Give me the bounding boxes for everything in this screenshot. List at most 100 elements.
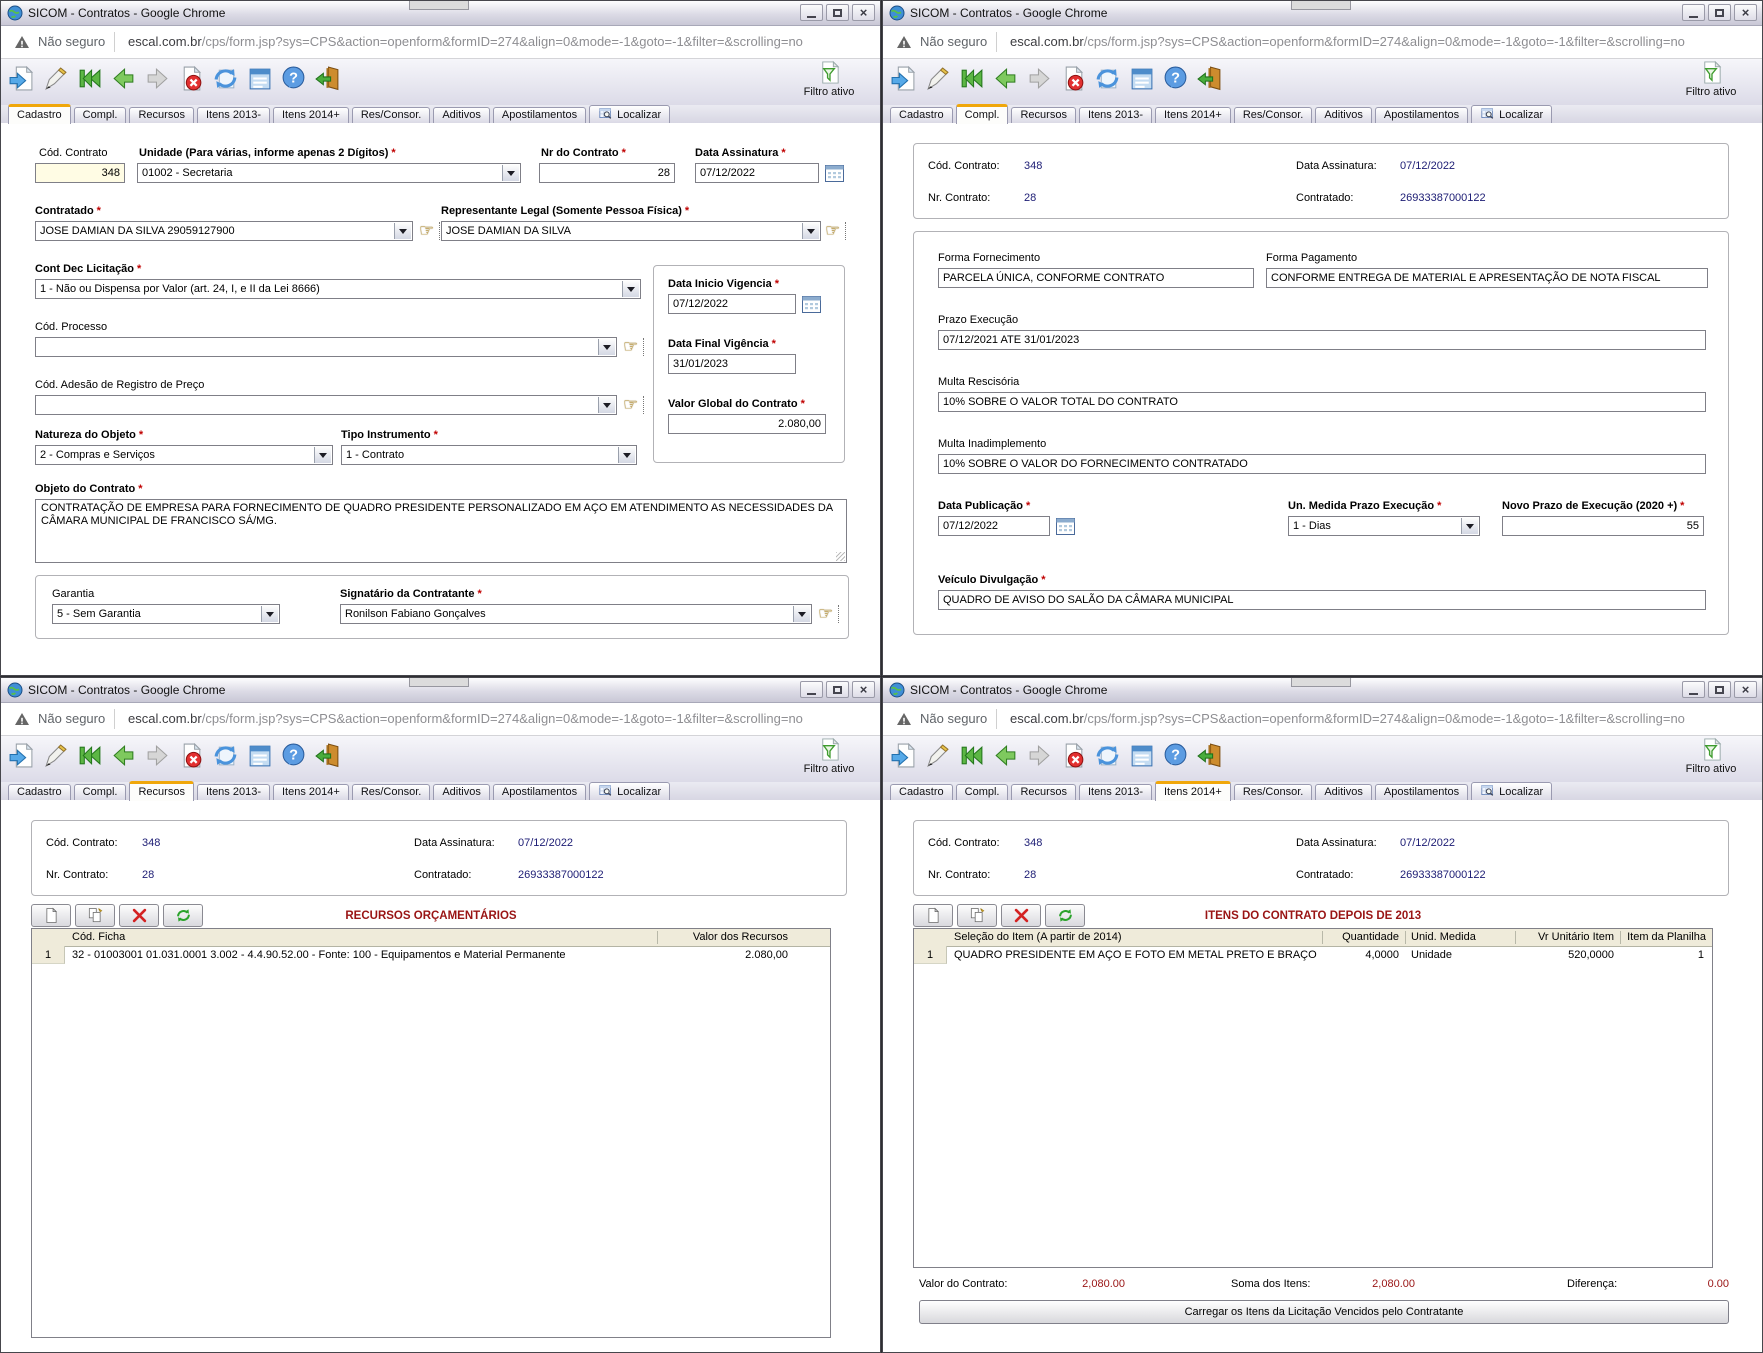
window-titlebar[interactable]: SICOM - Contratos - Google Chrome ×	[1, 678, 880, 703]
calendar-icon[interactable]	[825, 165, 844, 182]
tab-res-consor[interactable]: Res/Consor.	[1234, 107, 1313, 124]
first-record-icon[interactable]	[76, 65, 103, 92]
tab-apostilamentos[interactable]: Apostilamentos	[1375, 107, 1468, 124]
cell-item-planilha[interactable]: 1	[1622, 949, 1704, 961]
tab-res-consor[interactable]: Res/Consor.	[352, 107, 431, 124]
valor-global-input[interactable]: 2.080,00	[668, 414, 826, 434]
cell-selecao-item[interactable]: QUADRO PRESIDENTE EM AÇO E FOTO EM METAL…	[954, 949, 1318, 961]
edit-record-icon[interactable]	[42, 742, 69, 769]
tab-localizar[interactable]: Localizar	[589, 782, 670, 801]
cancel-record-icon[interactable]	[178, 742, 205, 769]
tab-itens-2013[interactable]: Itens 2013-	[1079, 107, 1152, 124]
objeto-textarea[interactable]: CONTRATAÇÃO DE EMPRESA PARA FORNECIMENTO…	[35, 499, 847, 563]
tab-itens-2013[interactable]: Itens 2013-	[197, 107, 270, 124]
help-icon[interactable]: ?	[280, 742, 307, 769]
multa-rescisoria-input[interactable]: 10% SOBRE O VALOR TOTAL DO CONTRATO	[938, 392, 1706, 412]
tab-compl[interactable]: Compl.	[74, 784, 127, 801]
url-bar[interactable]: Não seguro escal.com.br/cps/form.jsp?sys…	[883, 703, 1762, 736]
cancel-record-icon[interactable]	[178, 65, 205, 92]
cod-contrato-input[interactable]: 348	[35, 163, 125, 183]
col-cod-ficha[interactable]: Cód. Ficha	[72, 931, 632, 943]
lookup-hand-icon[interactable]: ☞	[825, 222, 846, 240]
window-titlebar[interactable]: SICOM - Contratos - Google Chrome ×	[883, 678, 1762, 703]
form-view-icon[interactable]	[246, 65, 273, 92]
exit-icon[interactable]	[314, 65, 341, 92]
edit-record-icon[interactable]	[924, 742, 951, 769]
cell-quantidade[interactable]: 4,0000	[1324, 949, 1399, 961]
url-text[interactable]: escal.com.br/cps/form.jsp?sys=CPS&action…	[1010, 34, 1685, 49]
tab-aditivos[interactable]: Aditivos	[433, 107, 490, 124]
minimize-button[interactable]	[800, 4, 823, 21]
prazo-execucao-input[interactable]: 07/12/2021 ATE 31/01/2023	[938, 330, 1706, 350]
first-record-icon[interactable]	[76, 742, 103, 769]
tab-recursos[interactable]: Recursos	[129, 781, 193, 801]
edit-record-icon[interactable]	[924, 65, 951, 92]
help-icon[interactable]: ?	[280, 65, 307, 92]
help-icon[interactable]: ?	[1162, 65, 1189, 92]
tab-aditivos[interactable]: Aditivos	[433, 784, 490, 801]
garantia-select[interactable]: 5 - Sem Garantia	[52, 604, 280, 624]
cell-unid-medida[interactable]: Unidade	[1411, 949, 1511, 961]
load-items-button[interactable]: Carregar os Itens da Licitação Vencidos …	[919, 1300, 1729, 1324]
tab-compl[interactable]: Compl.	[956, 784, 1009, 801]
tab-cadastro[interactable]: Cadastro	[890, 107, 953, 124]
tab-apostilamentos[interactable]: Apostilamentos	[493, 784, 586, 801]
close-button[interactable]: ×	[852, 4, 875, 21]
exit-icon[interactable]	[1196, 65, 1223, 92]
un-medida-select[interactable]: 1 - Dias	[1288, 516, 1480, 536]
tab-itens-2013[interactable]: Itens 2013-	[197, 784, 270, 801]
url-bar[interactable]: Não seguro escal.com.br/cps/form.jsp?sys…	[1, 26, 880, 59]
new-record-icon[interactable]	[8, 742, 35, 769]
tab-cadastro[interactable]: Cadastro	[8, 104, 71, 124]
col-quantidade[interactable]: Quantidade	[1324, 931, 1399, 943]
nr-contrato-input[interactable]: 28	[539, 163, 675, 183]
tab-localizar[interactable]: Localizar	[1471, 105, 1552, 124]
contratado-select[interactable]: JOSE DAMIAN DA SILVA 29059127900	[35, 221, 413, 241]
url-text[interactable]: escal.com.br/cps/form.jsp?sys=CPS&action…	[128, 34, 803, 49]
tab-compl[interactable]: Compl.	[74, 107, 127, 124]
not-secure-label[interactable]: Não seguro	[38, 34, 105, 49]
maximize-button[interactable]	[826, 4, 849, 21]
tab-recursos[interactable]: Recursos	[1011, 107, 1075, 124]
tab-aditivos[interactable]: Aditivos	[1315, 784, 1372, 801]
signatario-select[interactable]: Ronilson Fabiano Gonçalves	[340, 604, 812, 624]
lookup-hand-icon[interactable]: ☞	[623, 396, 644, 414]
tab-aditivos[interactable]: Aditivos	[1315, 107, 1372, 124]
data-publicacao-input[interactable]: 07/12/2022	[938, 516, 1050, 536]
lookup-hand-icon[interactable]: ☞	[419, 222, 440, 240]
tab-localizar[interactable]: Localizar	[1471, 782, 1552, 801]
refresh-icon[interactable]	[1094, 742, 1121, 769]
previous-record-icon[interactable]	[110, 742, 137, 769]
data-inicio-input[interactable]: 07/12/2022	[668, 294, 796, 314]
forma-fornecimento-input[interactable]: PARCELA ÚNICA, CONFORME CONTRATO	[938, 268, 1254, 288]
tab-itens-2014[interactable]: Itens 2014+	[1155, 781, 1231, 801]
not-secure-label[interactable]: Não seguro	[38, 711, 105, 726]
tab-recursos[interactable]: Recursos	[129, 107, 193, 124]
first-record-icon[interactable]	[958, 742, 985, 769]
col-valor-recursos[interactable]: Valor dos Recursos	[663, 931, 788, 943]
tab-apostilamentos[interactable]: Apostilamentos	[1375, 784, 1468, 801]
representante-select[interactable]: JOSE DAMIAN DA SILVA	[441, 221, 821, 241]
new-record-icon[interactable]	[8, 65, 35, 92]
data-assinatura-input[interactable]: 07/12/2022	[695, 163, 819, 183]
cancel-record-icon[interactable]	[1060, 742, 1087, 769]
calendar-icon[interactable]	[1056, 518, 1075, 535]
tab-compl[interactable]: Compl.	[956, 104, 1009, 124]
forma-pagamento-input[interactable]: CONFORME ENTREGA DE MATERIAL E APRESENTA…	[1266, 268, 1708, 288]
lookup-hand-icon[interactable]: ☞	[818, 605, 839, 623]
refresh-icon[interactable]	[212, 65, 239, 92]
new-record-icon[interactable]	[890, 65, 917, 92]
not-secure-label[interactable]: Não seguro	[920, 711, 987, 726]
tab-res-consor[interactable]: Res/Consor.	[1234, 784, 1313, 801]
tab-localizar[interactable]: Localizar	[589, 105, 670, 124]
multa-inadimplemento-input[interactable]: 10% SOBRE O VALOR DO FORNECIMENTO CONTRA…	[938, 454, 1706, 474]
new-record-icon[interactable]	[890, 742, 917, 769]
col-unid-medida[interactable]: Unid. Medida	[1411, 931, 1511, 943]
window-titlebar[interactable]: SICOM - Contratos - Google Chrome ×	[1, 1, 880, 26]
tab-itens-2013[interactable]: Itens 2013-	[1079, 784, 1152, 801]
tab-itens-2014[interactable]: Itens 2014+	[1155, 107, 1231, 124]
col-selecao-item[interactable]: Seleção do Item (A partir de 2014)	[954, 931, 1314, 943]
unidade-select[interactable]: 01002 - Secretaria	[137, 163, 521, 183]
help-icon[interactable]: ?	[1162, 742, 1189, 769]
novo-prazo-input[interactable]: 55	[1502, 516, 1704, 536]
